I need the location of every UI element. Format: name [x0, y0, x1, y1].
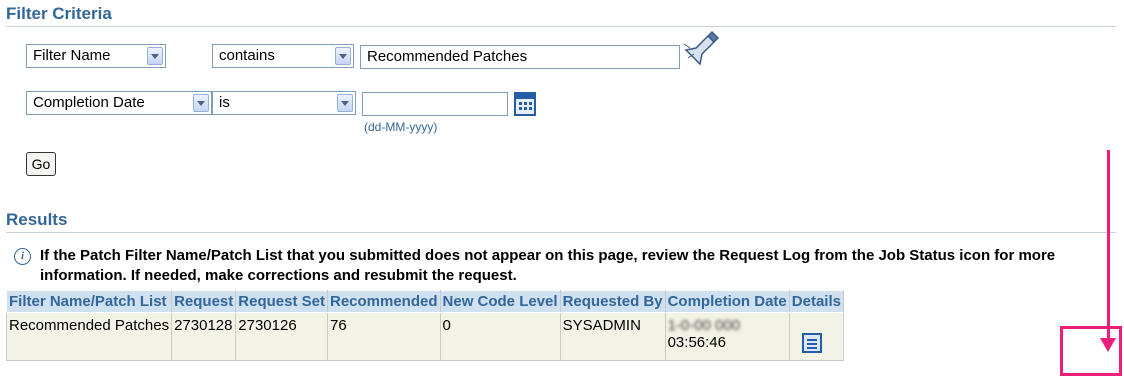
details-icon[interactable]	[801, 333, 822, 353]
annotation-highlight-box	[1060, 326, 1122, 376]
info-message-text: If the Patch Filter Name/Patch List that…	[40, 247, 1056, 284]
results-heading: Results	[6, 210, 1116, 233]
filter-field-select[interactable]: Filter Name	[26, 44, 166, 68]
info-message: i If the Patch Filter Name/Patch List th…	[14, 246, 1114, 286]
filter-criteria-heading: Filter Criteria	[6, 4, 1116, 27]
chevron-down-icon[interactable]	[337, 94, 353, 112]
completion-date-cell: 1-0-00 000 03:56:46	[664, 312, 790, 361]
filter-name-cell: Recommended Patches	[5, 312, 173, 361]
column-header: Details	[788, 290, 844, 313]
info-icon: i	[14, 248, 31, 265]
filter-operator-select[interactable]: contains	[212, 44, 354, 68]
table-row: Recommended Patches 2730128 2730126 76 0…	[5, 312, 844, 361]
column-header: Filter Name/Patch List	[5, 290, 173, 313]
calendar-icon[interactable]	[514, 92, 536, 116]
date-operator-select[interactable]: is	[212, 91, 356, 115]
column-header: Recommended	[326, 290, 441, 313]
request-set-cell: 2730126	[235, 312, 328, 361]
go-button[interactable]: Go	[26, 152, 56, 176]
date-input[interactable]	[362, 92, 508, 116]
date-format-hint: (dd-MM-yyyy)	[364, 120, 438, 134]
details-cell	[788, 312, 844, 361]
column-header: Completion Date	[664, 290, 790, 313]
flashlight-icon[interactable]	[682, 30, 720, 66]
filter-operator-value: contains	[219, 47, 275, 64]
filter-field-value: Filter Name	[33, 47, 111, 64]
chevron-down-icon[interactable]	[335, 47, 351, 65]
annotation-arrow-line	[1107, 150, 1110, 340]
chevron-down-icon[interactable]	[147, 47, 163, 65]
date-field-value: Completion Date	[33, 94, 145, 111]
chevron-down-icon[interactable]	[193, 94, 209, 112]
filter-name-input-value: Recommended Patches	[367, 48, 528, 65]
requested-by-cell: SYSADMIN	[559, 312, 666, 361]
date-operator-value: is	[219, 94, 230, 111]
column-header: Requested By	[559, 290, 666, 313]
column-header: Request Set	[235, 290, 328, 313]
column-header: New Code Level	[439, 290, 561, 313]
results-header-row: Filter Name/Patch List Request Request S…	[5, 290, 844, 313]
recommended-cell: 76	[326, 312, 441, 361]
completion-date-line1: 1-0-00 000	[667, 317, 741, 334]
new-code-level-cell: 0	[439, 312, 561, 361]
completion-date-line2: 03:56:46	[667, 334, 726, 351]
filter-name-input[interactable]: Recommended Patches	[360, 45, 680, 69]
column-header: Request	[171, 290, 237, 313]
results-table: Filter Name/Patch List Request Request S…	[5, 290, 844, 361]
request-cell: 2730128	[171, 312, 237, 361]
date-field-select[interactable]: Completion Date	[26, 91, 212, 115]
